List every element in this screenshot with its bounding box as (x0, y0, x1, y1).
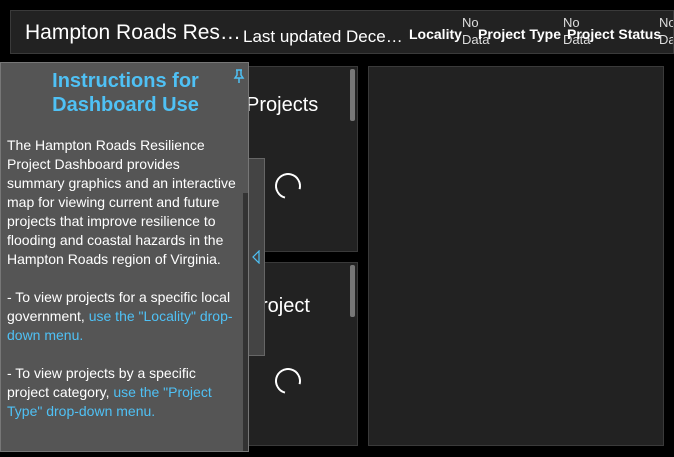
instructions-item-locality: - To view projects for a specific local … (7, 288, 239, 345)
pin-icon[interactable] (233, 69, 245, 83)
instructions-body: The Hampton Roads Resilience Project Das… (7, 136, 239, 440)
instructions-item-project-type: - To view projects by a specific project… (7, 364, 239, 421)
instructions-title: Instructions for Dashboard Use (52, 70, 199, 116)
project-type-filter-label[interactable]: Project Type (478, 26, 561, 42)
instructions-sidebar: Instructions for Dashboard Use The Hampt… (0, 62, 249, 452)
collapse-arrow-icon[interactable] (251, 250, 261, 264)
sidebar-collapse-tab[interactable] (249, 158, 265, 356)
panel-scrollbar[interactable] (350, 265, 355, 317)
projects-panel-title: Projects (246, 94, 319, 116)
project-status-filter-label[interactable]: Project Status (567, 26, 661, 42)
instructions-scrollbar[interactable] (243, 193, 248, 451)
project-panel-title: roject (261, 295, 310, 317)
last-updated-text: Last updated Dece… (243, 27, 403, 46)
loading-spinner-icon (270, 168, 306, 204)
loading-spinner-icon (270, 363, 306, 399)
map-panel[interactable] (368, 66, 664, 446)
dashboard-header: Hampton Roads Res… Last updated Dece… Lo… (10, 10, 674, 54)
project-status-filter-value[interactable]: No Data (659, 14, 673, 48)
locality-filter-label[interactable]: Locality (409, 26, 462, 42)
panel-scrollbar[interactable] (350, 69, 355, 121)
instructions-intro: The Hampton Roads Resilience Project Das… (7, 137, 236, 267)
dashboard-title: Hampton Roads Res… (25, 21, 241, 44)
